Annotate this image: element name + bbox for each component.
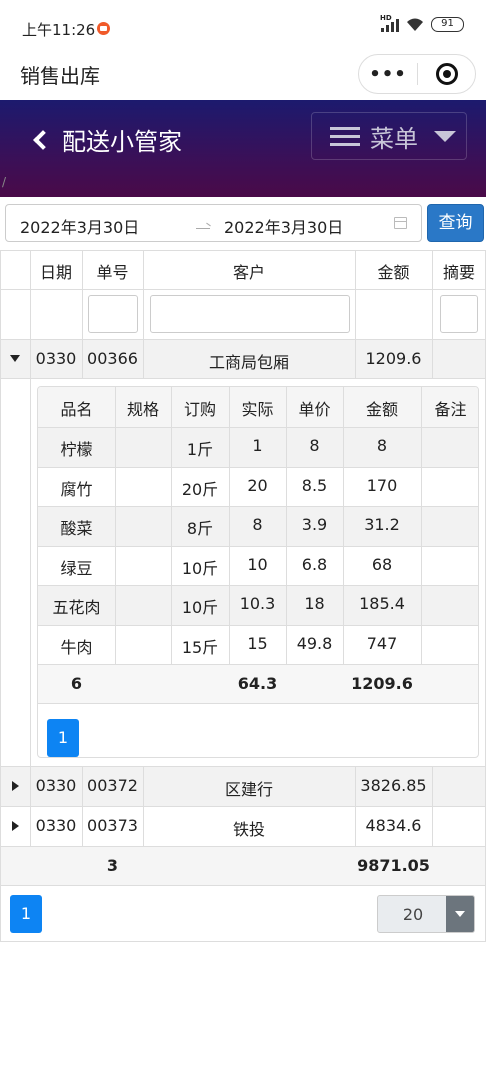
- detail-cell: 8: [309, 436, 320, 455]
- detail-col-header: 金额: [365, 400, 398, 419]
- order-customer: 工商局包厢: [208, 353, 289, 372]
- cellular-signal-icon: HD: [380, 14, 399, 32]
- detail-cell: 31.2: [364, 515, 400, 534]
- collapse-caret-icon[interactable]: [10, 355, 20, 362]
- order-date: 0330: [35, 349, 77, 368]
- detail-cell: 20斤: [181, 479, 219, 499]
- detail-col-header: 单价: [298, 400, 331, 419]
- order-amount: 4834.6: [365, 816, 422, 835]
- detail-cell: 747: [366, 633, 398, 653]
- detail-cell: 1: [252, 436, 263, 455]
- detail-cell: 10斤: [181, 558, 219, 578]
- detail-col-header: 品名: [60, 400, 93, 419]
- detail-cell: 五花肉: [52, 598, 101, 617]
- detail-cell: 8.5: [301, 475, 328, 495]
- detail-cell: 绿豆: [60, 558, 93, 578]
- status-bar: 上午11:26 HD 91: [0, 0, 486, 50]
- order-no: 00372: [87, 776, 138, 795]
- col-header-date: 日期: [39, 263, 72, 282]
- page-title: 销售出库: [20, 64, 100, 88]
- date-range-picker[interactable]: 2022年3月30日 2022年3月30日: [5, 204, 422, 242]
- filter-customer-input[interactable]: [150, 295, 350, 333]
- menu-button[interactable]: 菜单: [311, 112, 467, 160]
- detail-cell: 18: [304, 594, 325, 613]
- order-amount: 3826.85: [360, 776, 427, 795]
- detail-col-header: 订购: [183, 400, 216, 419]
- range-arrow-icon: [196, 221, 210, 229]
- detail-cell: 15斤: [181, 637, 219, 657]
- header-banner: 配送小管家 菜单: [0, 100, 486, 197]
- detail-cell: 20: [247, 475, 268, 495]
- page-size-select[interactable]: 20: [377, 895, 475, 933]
- detail-cell: 柠檬: [60, 440, 93, 459]
- detail-count: 6: [70, 674, 83, 693]
- status-time: 上午11:26: [22, 21, 96, 39]
- expand-caret-icon[interactable]: [12, 821, 19, 831]
- back-button[interactable]: 配送小管家: [30, 122, 182, 157]
- detail-col-header: 规格: [126, 400, 159, 419]
- caret-down-icon: [434, 130, 456, 142]
- screen-record-icon: [97, 22, 110, 35]
- end-date[interactable]: 2022年3月30日: [224, 214, 343, 238]
- order-no: 00366: [87, 349, 138, 368]
- order-date: 0330: [35, 776, 77, 795]
- summary-count: 3: [106, 856, 119, 875]
- order-detail-table: 品名 规格 订购 实际 单价 金额 备注 柠檬 1斤 1 8 8 腐竹 20斤 20 8.5 170 酸菜 8斤 8 3…: [37, 386, 479, 758]
- order-no: 00373: [87, 816, 138, 835]
- menu-label: 菜单: [370, 124, 418, 153]
- chevron-left-icon: [33, 129, 53, 150]
- filter-memo-input[interactable]: [440, 295, 478, 333]
- close-miniprogram-icon[interactable]: [418, 63, 475, 85]
- order-customer: 区建行: [224, 780, 273, 799]
- detail-cell: 10斤: [181, 598, 219, 617]
- detail-cell: 3.9: [301, 515, 328, 534]
- detail-cell: 170: [366, 475, 398, 495]
- detail-cell: 6.8: [301, 554, 328, 574]
- hamburger-icon: [330, 126, 360, 146]
- pagination-page-1[interactable]: 1: [10, 895, 42, 933]
- detail-cell: 1斤: [186, 440, 214, 459]
- detail-cell: 腐竹: [60, 479, 93, 499]
- more-dots-icon[interactable]: •••: [359, 64, 417, 85]
- detail-cell: 牛肉: [60, 637, 93, 657]
- expand-caret-icon[interactable]: [12, 781, 19, 791]
- detail-cell: 8: [252, 515, 263, 534]
- calendar-icon: [394, 217, 407, 229]
- detail-cell: 酸菜: [60, 519, 93, 538]
- order-date: 0330: [35, 816, 77, 835]
- col-header-amount: 金额: [377, 263, 410, 282]
- battery-icon: 91: [431, 17, 464, 32]
- page-size-value: 20: [402, 905, 424, 924]
- col-header-memo: 摘要: [442, 263, 475, 282]
- capsule-menu: •••: [358, 54, 476, 94]
- detail-amount-total: 1209.6: [351, 674, 413, 693]
- col-header-customer: 客户: [232, 263, 265, 282]
- detail-cell: 68: [371, 554, 393, 574]
- app-name: 配送小管家: [62, 128, 182, 156]
- breadcrumb: /: [2, 175, 7, 189]
- detail-pagination-page-1[interactable]: 1: [47, 719, 79, 757]
- detail-cell: 8斤: [186, 519, 214, 538]
- order-customer: 铁投: [232, 820, 265, 839]
- filter-no-input[interactable]: [88, 295, 138, 333]
- detail-col-header: 实际: [241, 400, 274, 419]
- mini-program-title-bar: 销售出库 •••: [0, 50, 486, 100]
- detail-cell: 10.3: [239, 594, 276, 613]
- select-caret-icon: [446, 896, 474, 932]
- summary-total: 9871.05: [357, 856, 430, 875]
- detail-cell: 15: [247, 633, 268, 653]
- col-header-no: 单号: [96, 263, 129, 282]
- detail-col-header: 备注: [434, 400, 467, 419]
- detail-cell: 49.8: [296, 633, 333, 653]
- detail-cell: 185.4: [359, 594, 405, 613]
- wifi-icon: [407, 18, 423, 31]
- detail-actual-total: 64.3: [237, 674, 278, 693]
- query-button[interactable]: 查询: [427, 204, 484, 242]
- detail-cell: 10: [247, 554, 268, 574]
- detail-cell: 8: [376, 436, 388, 455]
- start-date[interactable]: 2022年3月30日: [20, 214, 139, 238]
- order-amount: 1209.6: [365, 349, 422, 368]
